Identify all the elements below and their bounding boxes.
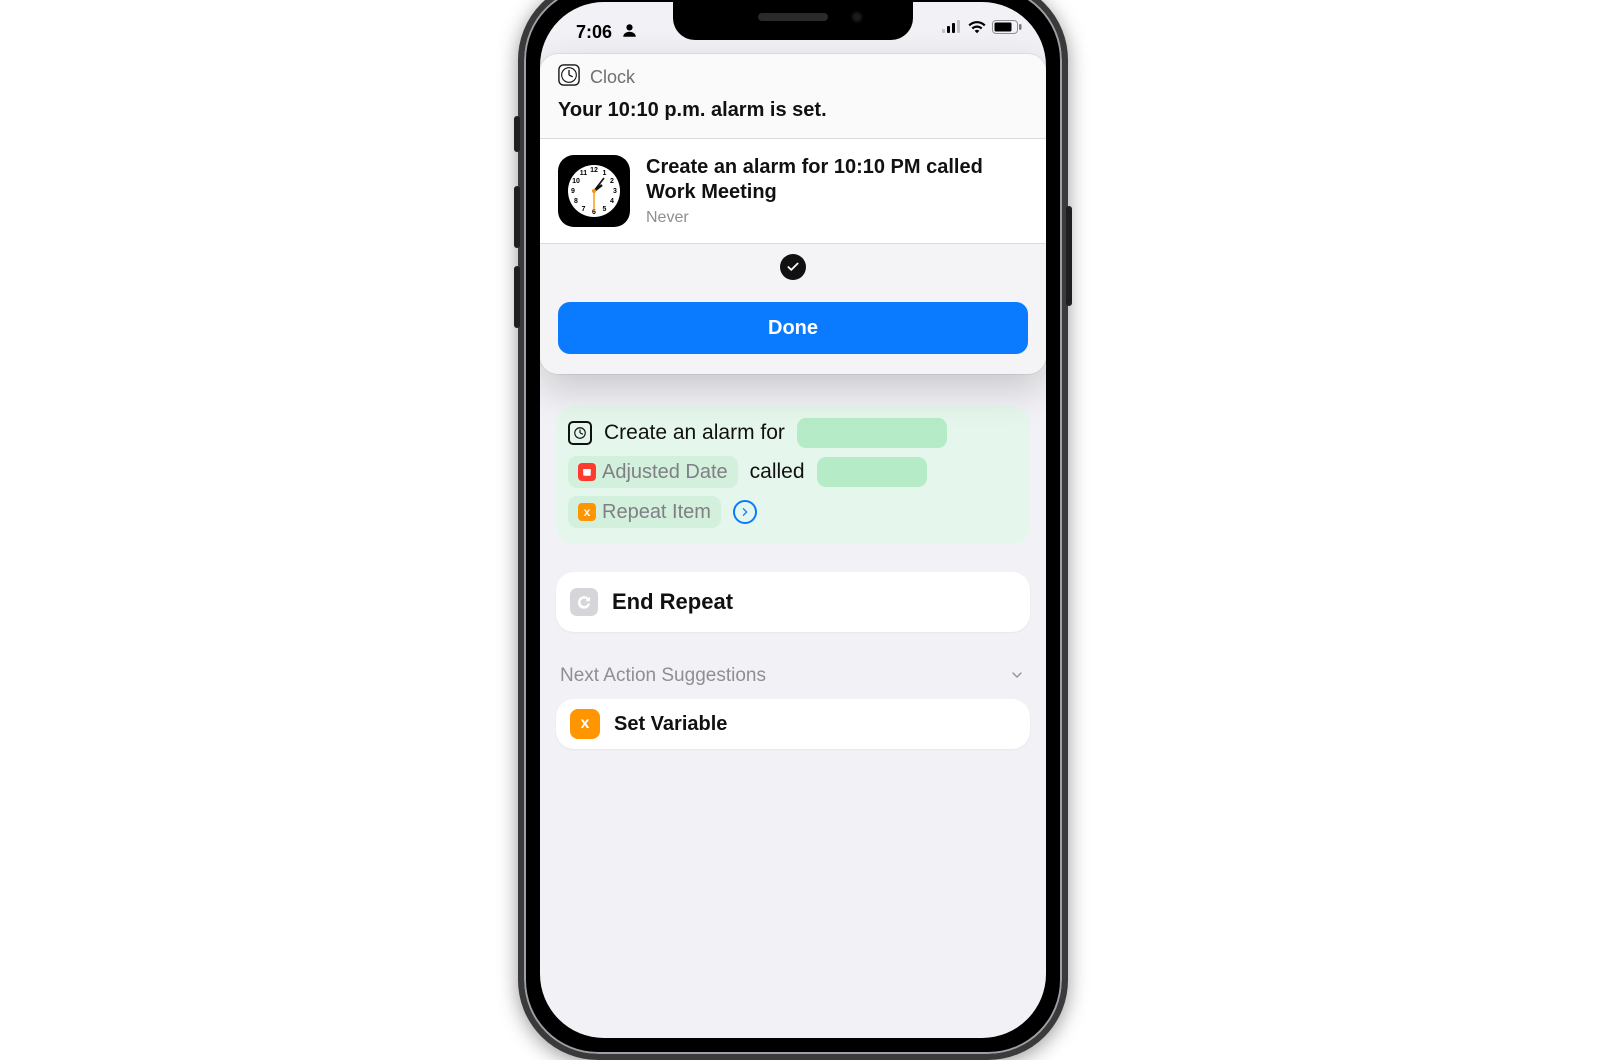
clock-app-icon-small	[558, 64, 580, 91]
cellular-icon	[942, 20, 962, 34]
svg-text:2: 2	[610, 178, 614, 185]
svg-text:8: 8	[574, 198, 578, 205]
svg-text:5: 5	[603, 206, 607, 213]
notch	[673, 2, 913, 40]
token-label: Adjusted Date	[602, 461, 728, 484]
calendar-icon	[578, 463, 596, 481]
action-middle: called	[746, 458, 809, 486]
adjusted-date-token[interactable]: Adjusted Date	[568, 456, 738, 488]
end-repeat-label: End Repeat	[612, 589, 733, 615]
phone-frame: 7:06	[518, 0, 1068, 1060]
variable-icon: x	[578, 503, 596, 521]
svg-text:11: 11	[580, 170, 588, 177]
done-button[interactable]: Done	[558, 302, 1028, 354]
clock-icon	[568, 421, 592, 445]
variable-icon: x	[570, 709, 600, 739]
chevron-down-icon	[1008, 664, 1026, 687]
action-prefix: Create an alarm for	[600, 419, 789, 447]
repeat-icon	[570, 588, 598, 616]
svg-text:10: 10	[572, 178, 580, 185]
expand-action-button[interactable]	[733, 500, 757, 524]
svg-text:9: 9	[571, 188, 575, 195]
result-message: Your 10:10 p.m. alarm is set.	[540, 95, 1046, 138]
alarm-repeat: Never	[646, 209, 1028, 227]
status-time: 7:06	[576, 22, 612, 43]
svg-text:1: 1	[603, 170, 607, 177]
success-check-icon	[780, 254, 806, 280]
svg-text:7: 7	[582, 206, 586, 213]
repeat-item-token[interactable]: x Repeat Item	[568, 496, 721, 528]
speaker-grille	[758, 13, 828, 21]
svg-text:3: 3	[613, 188, 617, 195]
suggestions-header[interactable]: Next Action Suggestions	[556, 664, 1030, 687]
svg-text:4: 4	[610, 198, 614, 205]
suggestions-title: Next Action Suggestions	[560, 665, 766, 687]
screen: 7:06	[540, 2, 1046, 1038]
power-button	[1066, 206, 1072, 306]
svg-text:12: 12	[590, 167, 598, 174]
app-name: Clock	[590, 67, 635, 88]
user-icon	[622, 23, 637, 38]
alarm-title: Create an alarm for 10:10 PM called Work…	[646, 155, 1028, 205]
clock-app-icon: 1212 345 678 91011	[558, 155, 630, 227]
wifi-icon	[967, 20, 987, 34]
create-alarm-action[interactable]: Create an alarm for Adjusted Date called	[556, 406, 1030, 544]
time-param-slot[interactable]	[797, 418, 947, 448]
alarm-row[interactable]: 1212 345 678 91011 Create an a	[540, 139, 1046, 243]
name-param-slot[interactable]	[817, 457, 927, 487]
end-repeat-action[interactable]: End Repeat	[556, 572, 1030, 632]
result-card: Clock Your 10:10 p.m. alarm is set. 12 12…	[540, 54, 1046, 374]
battery-icon	[992, 20, 1022, 34]
front-camera	[851, 11, 863, 23]
suggestion-label: Set Variable	[614, 713, 727, 736]
volume-up-button	[514, 186, 520, 248]
volume-down-button	[514, 266, 520, 328]
token-label: Repeat Item	[602, 501, 711, 524]
suggestion-set-variable[interactable]: x Set Variable	[556, 699, 1030, 749]
mute-switch	[514, 116, 520, 152]
